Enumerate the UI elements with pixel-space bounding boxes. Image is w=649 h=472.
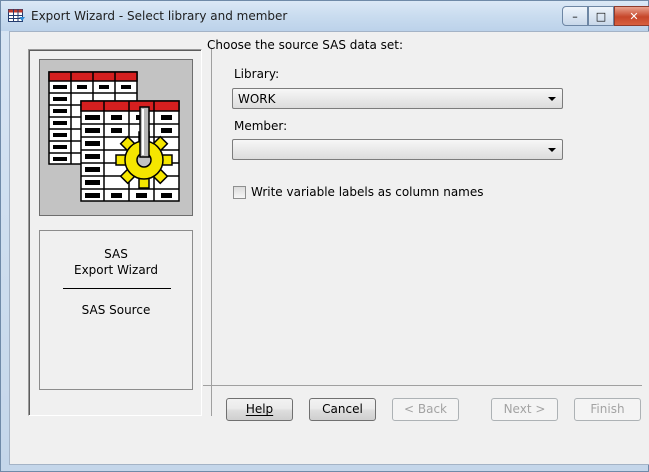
maximize-button[interactable]: □ (588, 6, 614, 26)
info-divider (63, 288, 171, 289)
window-controls: – □ ✕ (562, 6, 649, 26)
back-button[interactable]: < Back (392, 398, 459, 421)
help-button[interactable]: Help (226, 398, 293, 421)
source-prompt: Choose the source SAS data set: (207, 38, 403, 52)
next-button[interactable]: Next > (491, 398, 558, 421)
wizard-title-line2: Export Wizard (73, 263, 159, 277)
member-dropdown[interactable] (232, 139, 563, 160)
maximize-icon: □ (595, 9, 607, 23)
close-icon: ✕ (629, 9, 639, 23)
chevron-down-icon (548, 97, 556, 101)
finish-button[interactable]: Finish (574, 398, 641, 421)
library-label: Library: (234, 67, 280, 81)
wizard-step-label: SAS Source (81, 303, 151, 317)
minimize-button[interactable]: – (562, 6, 588, 26)
title-bar[interactable]: Export Wizard - Select library and membe… (1, 1, 649, 31)
next-button-label: Next > (503, 402, 546, 416)
sas-table-icon (8, 9, 25, 22)
export-wizard-window: Export Wizard - Select library and membe… (0, 0, 649, 472)
export-tables-gear-icon (48, 71, 180, 202)
library-dropdown[interactable]: WORK (232, 88, 563, 109)
wizard-title: SAS Export Wizard (40, 246, 192, 278)
cancel-button-label: Cancel (322, 402, 363, 416)
chevron-down-icon (548, 148, 556, 152)
help-button-label: Help (245, 402, 274, 416)
variable-labels-checkbox[interactable] (233, 186, 246, 199)
wizard-illustration (39, 59, 193, 216)
horizontal-divider (203, 385, 642, 386)
variable-labels-checkbox-label[interactable]: Write variable labels as column names (251, 185, 484, 199)
minimize-icon: – (572, 9, 578, 23)
finish-button-label: Finish (590, 402, 625, 416)
wizard-side-panel: SAS Export Wizard SAS Source (28, 49, 202, 416)
close-button[interactable]: ✕ (614, 6, 649, 26)
cancel-button[interactable]: Cancel (309, 398, 376, 421)
wizard-info-box: SAS Export Wizard SAS Source (39, 230, 193, 390)
window-title: Export Wizard - Select library and membe… (31, 9, 288, 23)
member-label: Member: (234, 119, 288, 133)
library-value: WORK (238, 92, 276, 106)
back-button-label: < Back (403, 402, 447, 416)
vertical-divider (211, 49, 212, 416)
wizard-title-line1: SAS (104, 247, 128, 261)
